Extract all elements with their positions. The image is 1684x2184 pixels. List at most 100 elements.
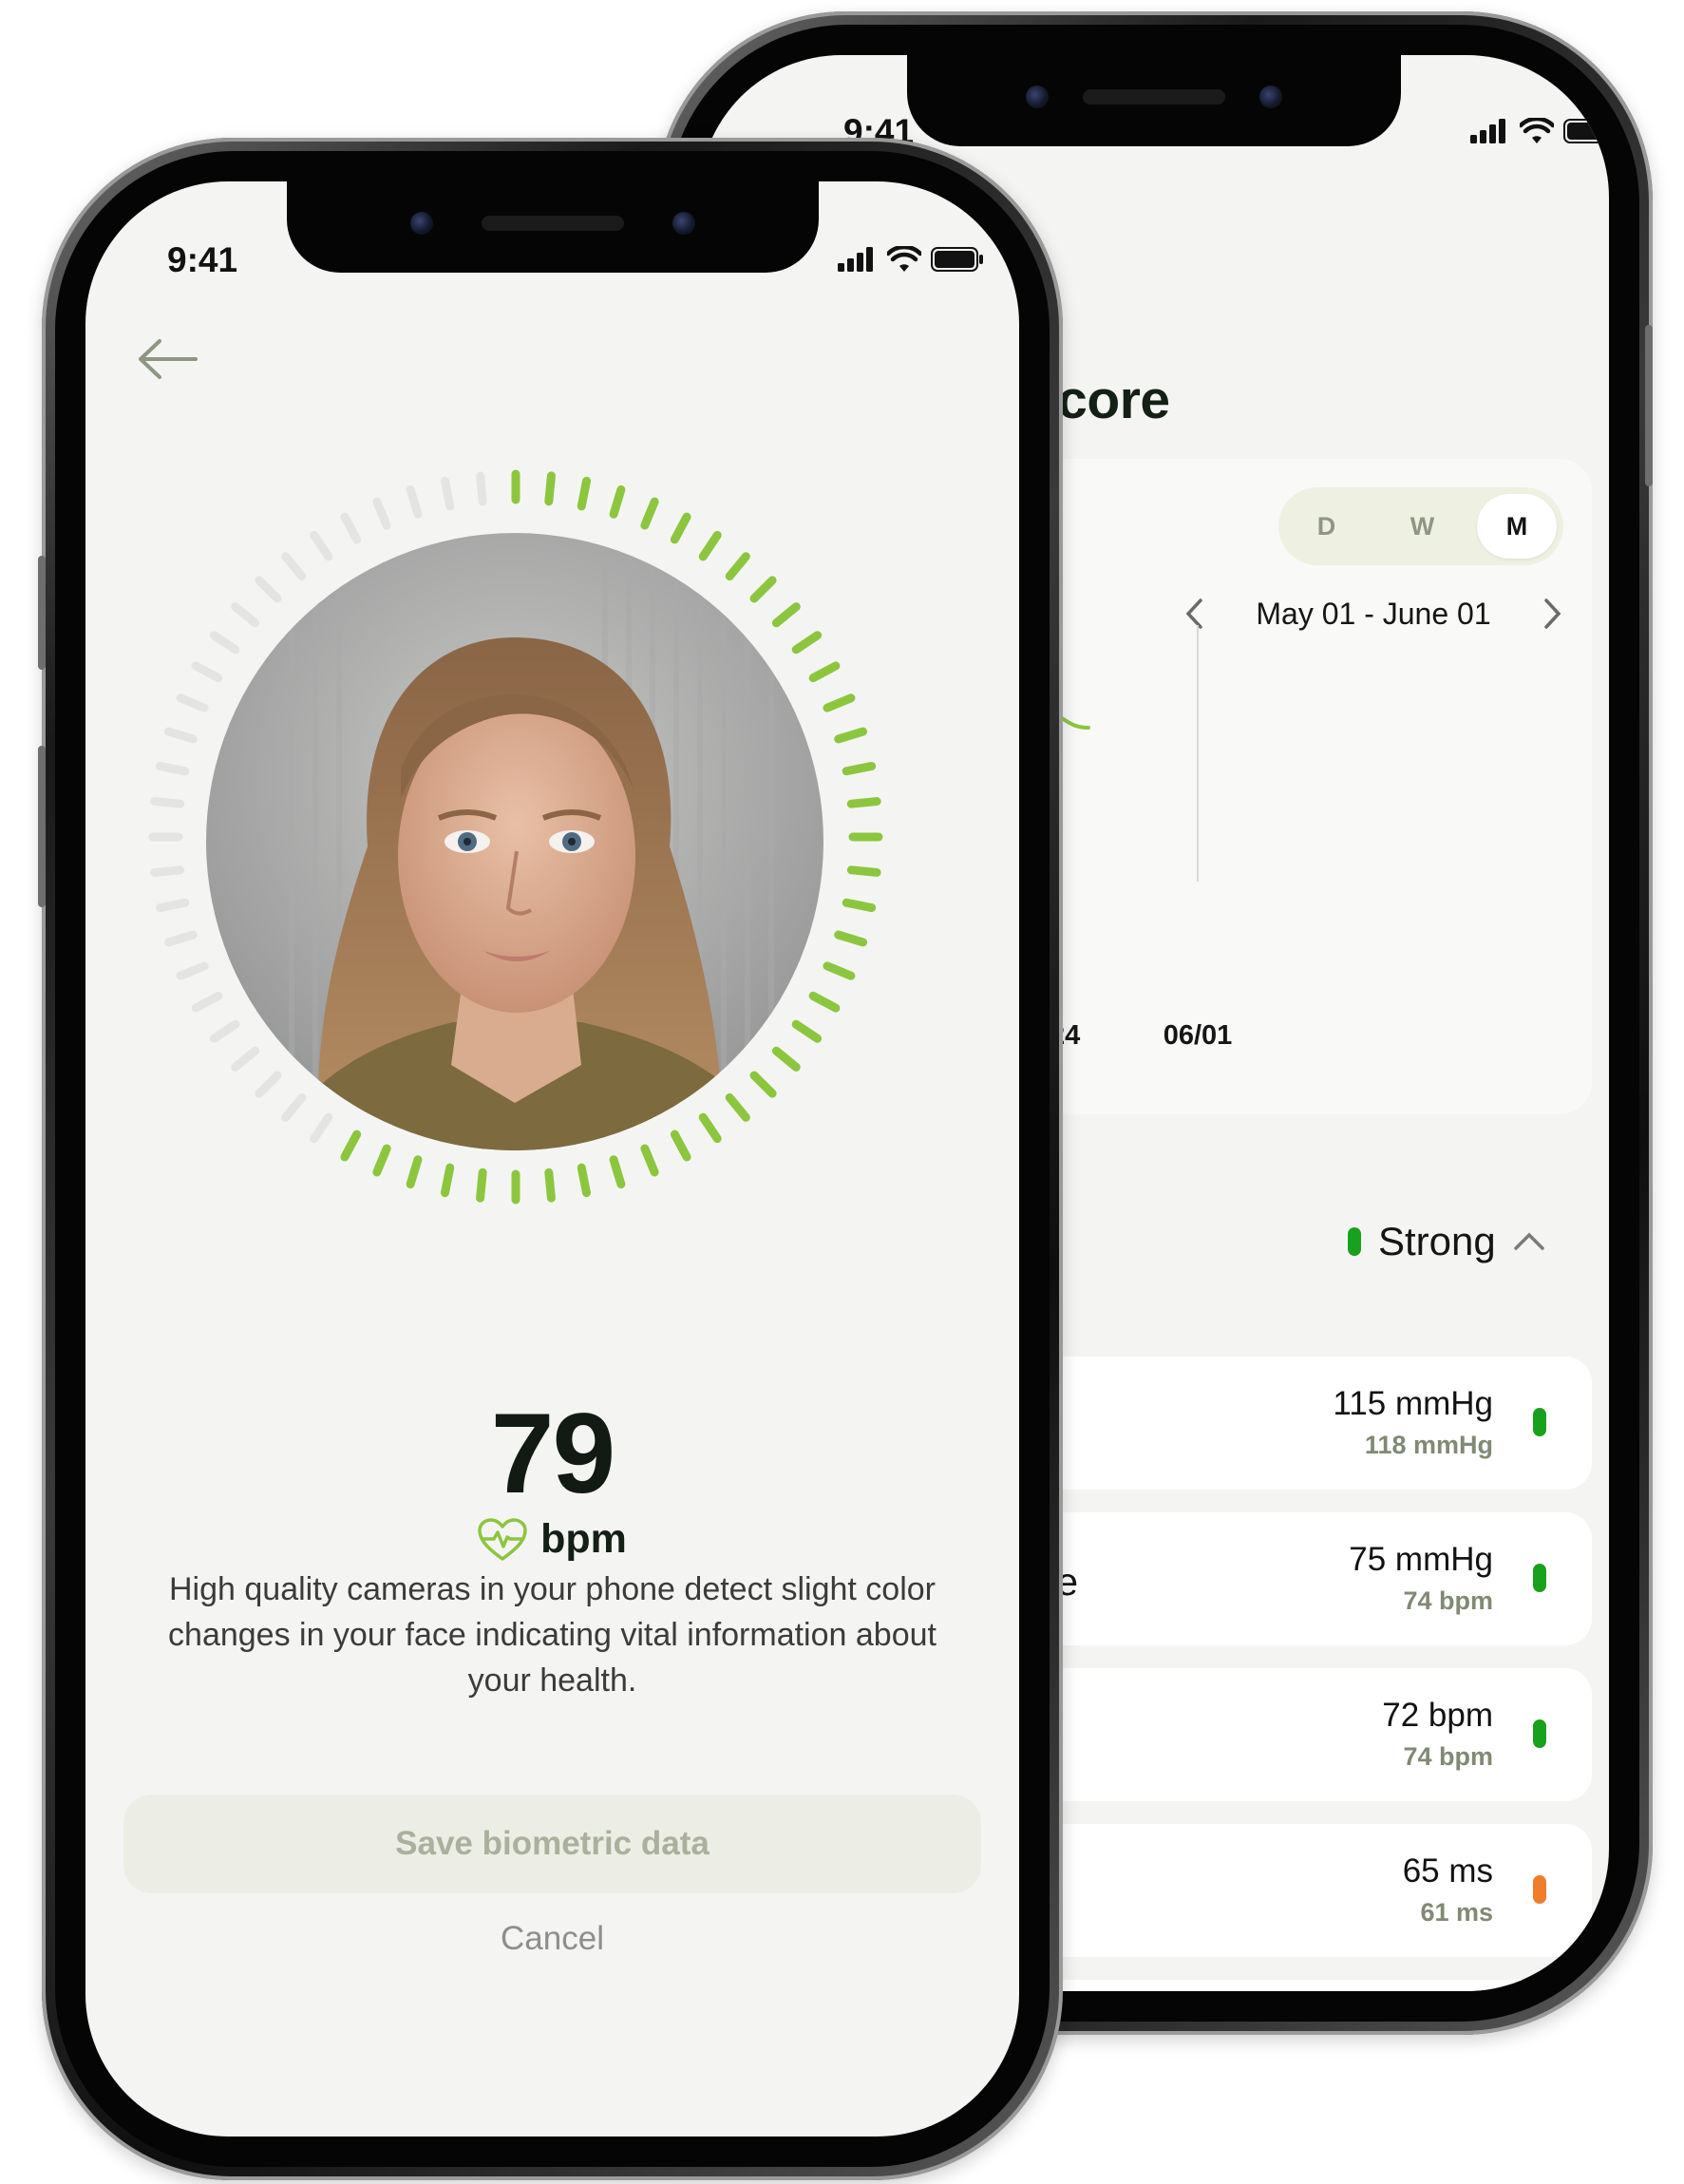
- overall-status[interactable]: Strong: [1348, 1219, 1545, 1264]
- progress-tick: [842, 898, 877, 913]
- progress-tick: [440, 1163, 455, 1198]
- progress-tick: [406, 1155, 423, 1189]
- progress-tick: [725, 552, 750, 581]
- progress-tick: [808, 991, 841, 1013]
- speaker: [1083, 89, 1225, 104]
- wifi-icon: [1520, 118, 1554, 143]
- progress-tick: [281, 1092, 307, 1122]
- progress-tick: [209, 1019, 240, 1043]
- side-button: [38, 556, 46, 670]
- metric-value: 65 ms: [1402, 1852, 1493, 1890]
- progress-tick: [176, 961, 209, 980]
- chevron-up-icon[interactable]: [1513, 1231, 1545, 1252]
- progress-tick: [823, 693, 856, 712]
- progress-tick: [150, 797, 185, 808]
- progress-tick: [609, 484, 626, 519]
- progress-tick: [749, 576, 777, 603]
- progress-tick: [340, 512, 362, 544]
- metric-previous-value: 118 mmHg: [1364, 1431, 1493, 1459]
- unit-label: bpm: [540, 1516, 627, 1562]
- progress-tick: [846, 797, 881, 808]
- metric-status-indicator: [1533, 1408, 1546, 1436]
- status-icons: [838, 246, 984, 273]
- progress-tick: [163, 930, 198, 947]
- metric-status-indicator: [1533, 1875, 1546, 1904]
- front-camera: [409, 212, 433, 235]
- progress-tick: [640, 497, 659, 530]
- progress-tick: [150, 865, 185, 877]
- back-arrow-icon[interactable]: [137, 338, 198, 380]
- cancel-button[interactable]: Cancel: [85, 1920, 1019, 1958]
- x-tick-label: 06/01: [1163, 1020, 1233, 1051]
- progress-tick: [440, 476, 455, 511]
- unit-row: bpm: [85, 1516, 1019, 1563]
- progress-tick: [698, 530, 722, 561]
- metric-value: 75 mmHg: [1349, 1541, 1493, 1578]
- progress-tick: [372, 1144, 391, 1177]
- signal-icon: [838, 247, 873, 272]
- face-photo: [206, 533, 823, 1150]
- metric-status-indicator: [1533, 1564, 1546, 1592]
- metric-value: 72 bpm: [1382, 1697, 1493, 1734]
- progress-tick: [476, 471, 487, 506]
- progress-tick: [842, 761, 877, 776]
- face-scan-screen: 9:41 79 bpm High quality cameras in your…: [85, 181, 1019, 2137]
- side-button: [38, 746, 46, 907]
- progress-tick: [255, 576, 282, 603]
- side-button: [1645, 325, 1653, 486]
- progress-tick: [340, 1130, 362, 1162]
- speaker: [481, 216, 624, 231]
- progress-tick: [834, 727, 868, 744]
- scan-description: High quality cameras in your phone detec…: [168, 1571, 937, 1699]
- progress-tick: [406, 484, 423, 519]
- metric-previous-value: 74 bpm: [1403, 1742, 1493, 1771]
- front-phone-frame: 9:41 79 bpm High quality cameras in your…: [38, 138, 1063, 2180]
- progress-tick: [310, 530, 333, 561]
- progress-tick: [609, 1155, 626, 1189]
- progress-tick: [476, 1168, 487, 1203]
- front-camera: [1026, 85, 1049, 108]
- progress-tick: [155, 761, 190, 776]
- progress-tick: [749, 1071, 777, 1098]
- progress-tick: [771, 602, 801, 628]
- status-icons: [1470, 118, 1609, 144]
- progress-tick: [670, 512, 691, 544]
- notch: [907, 55, 1401, 146]
- progress-tick: [640, 1144, 659, 1177]
- heart-pulse-icon: [478, 1517, 527, 1561]
- progress-tick: [155, 898, 190, 913]
- progress-tick: [310, 1112, 333, 1144]
- progress-tick: [544, 1168, 556, 1203]
- front-sensor: [672, 212, 695, 235]
- save-biometric-data-button[interactable]: Save biometric data: [123, 1795, 981, 1893]
- progress-tick: [698, 1112, 722, 1144]
- progress-tick: [670, 1130, 691, 1162]
- battery-icon: [931, 247, 983, 272]
- progress-tick: [176, 693, 209, 712]
- progress-tick: [231, 602, 260, 628]
- progress-tick: [281, 552, 307, 581]
- metric-previous-value: 61 ms: [1420, 1898, 1493, 1927]
- progress-tick: [791, 631, 823, 655]
- signal-icon: [1470, 119, 1505, 143]
- progress-tick: [808, 661, 841, 683]
- progress-tick: [544, 471, 556, 506]
- progress-tick: [209, 631, 240, 655]
- progress-tick: [771, 1046, 801, 1072]
- progress-tick: [577, 1163, 592, 1198]
- battery-icon: [1563, 119, 1609, 143]
- progress-tick: [372, 497, 391, 530]
- face-camera-preview: [206, 533, 823, 1150]
- progress-tick: [191, 661, 223, 683]
- progress-tick: [834, 930, 868, 947]
- status-time: 9:41: [167, 240, 238, 279]
- progress-tick: [255, 1071, 282, 1098]
- progress-tick: [191, 991, 223, 1013]
- notch: [286, 181, 819, 273]
- front-sensor: [1259, 85, 1282, 108]
- metric-value: 115 mmHg: [1333, 1385, 1493, 1422]
- progress-tick: [791, 1019, 823, 1043]
- progress-tick: [163, 727, 198, 744]
- progress-tick: [725, 1092, 750, 1122]
- status-label: Strong: [1378, 1219, 1496, 1263]
